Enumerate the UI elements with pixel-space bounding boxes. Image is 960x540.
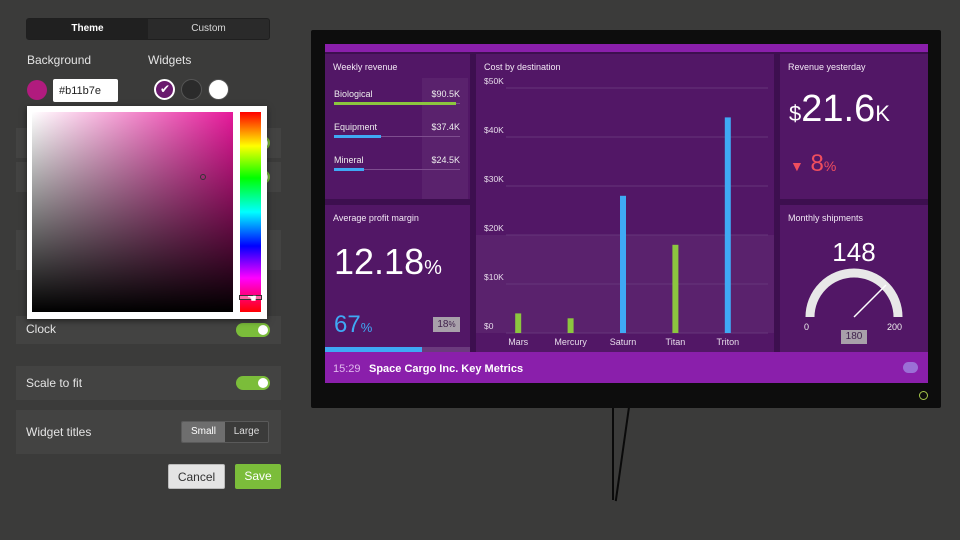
x-tick-label: Mars — [508, 337, 528, 347]
gauge-max: 200 — [887, 322, 903, 332]
revenue-yesterday-title: Revenue yesterday — [788, 62, 866, 72]
dashboard-top-bar — [325, 44, 928, 52]
y-tick-label: $40K — [484, 125, 504, 135]
footer-time: 15:29 — [333, 363, 361, 375]
y-tick-label: $10K — [484, 272, 504, 282]
widget-swatch-white[interactable] — [208, 79, 229, 100]
tab-theme[interactable]: Theme — [27, 19, 148, 39]
revenue-bar-equipment — [334, 135, 381, 138]
color-picker: ☚ — [27, 106, 267, 319]
widget-titles-size-group: Small Large — [181, 421, 269, 443]
clock-row: Clock — [16, 316, 281, 344]
gauge-min: 0 — [804, 322, 810, 332]
widget-swatch-dark[interactable] — [181, 79, 202, 100]
dashboard-footer: 15:29 Space Cargo Inc. Key Metrics — [325, 352, 928, 383]
cost-chart: $0 $10K $20K $30K $40K $50K Mars Mercury Saturn T… — [476, 76, 774, 347]
revenue-row-value: $37.4K — [431, 122, 460, 132]
revenue-row-value: $90.5K — [431, 89, 460, 99]
bar-mercury — [567, 318, 574, 333]
saturation-value-field[interactable] — [32, 112, 233, 312]
tv-power-led-icon — [919, 391, 928, 400]
footer-title: Space Cargo Inc. Key Metrics — [369, 363, 524, 375]
checkmark-icon: ✔ — [160, 82, 171, 96]
profit-margin-badge: 18% — [433, 317, 460, 332]
size-large-button[interactable]: Large — [225, 422, 268, 442]
revenue-row-value: $24.5K — [431, 155, 460, 165]
profit-secondary-unit: % — [360, 320, 373, 335]
revenue-row-name: Mineral — [334, 155, 364, 165]
profit-margin-widget: Average profit margin 12.18% 67% 18% — [325, 205, 470, 352]
hue-slider[interactable]: ☚ — [239, 112, 262, 312]
revenue-suffix: K — [875, 101, 890, 126]
background-label: Background — [27, 53, 92, 67]
gauge-arc — [805, 268, 903, 318]
widget-titles-row: Widget titles Small Large — [16, 410, 281, 454]
revenue-bar-biological — [334, 102, 457, 105]
weekly-revenue-widget: Weekly revenue Biological $90.5K Equipme… — [325, 54, 470, 199]
revenue-row-name: Equipment — [334, 122, 378, 132]
y-tick-label: $0 — [484, 321, 494, 331]
size-small-button[interactable]: Small — [182, 422, 225, 442]
scale-toggle[interactable] — [236, 376, 270, 390]
bar-triton — [724, 117, 731, 334]
revenue-yesterday-widget: Revenue yesterday $21.6K ▼ 8% — [780, 54, 928, 199]
tv-cable-2 — [614, 406, 630, 502]
weekly-revenue-title: Weekly revenue — [333, 62, 398, 72]
widget-swatch-purple[interactable]: ✔ — [154, 79, 175, 100]
profit-secondary-number: 67 — [334, 311, 361, 338]
tv-cable — [612, 407, 614, 500]
revenue-bar-mineral — [334, 168, 365, 171]
widget-titles-label: Widget titles — [26, 425, 92, 439]
bar-titan — [672, 244, 679, 333]
x-tick-label: Triton — [716, 337, 739, 347]
revenue-number: 21.6 — [801, 88, 876, 130]
x-tick-label: Titan — [666, 337, 686, 347]
profit-margin-unit: % — [424, 257, 442, 279]
color-cursor[interactable] — [200, 174, 206, 180]
clock-toggle[interactable] — [236, 323, 270, 337]
cost-by-destination-widget: Cost by destination $0 $10K $20K $30K $40K $5… — [476, 54, 774, 352]
profit-margin-title: Average profit margin — [333, 213, 419, 223]
bar-mars — [515, 313, 522, 333]
theme-tab-group: Theme Custom — [26, 18, 270, 40]
widgets-label: Widgets — [148, 53, 192, 67]
clock-label: Clock — [26, 322, 57, 336]
cancel-button[interactable]: Cancel — [168, 464, 225, 489]
x-tick-label: Saturn — [610, 337, 637, 347]
background-color-swatch[interactable] — [27, 80, 47, 100]
scale-label: Scale to fit — [26, 376, 83, 390]
y-tick-label: $50K — [484, 76, 504, 86]
gauge-needle — [853, 284, 887, 318]
dashboard-screen: Weekly revenue Biological $90.5K Equipme… — [325, 44, 928, 383]
gauge-target-badge: 180 — [841, 330, 867, 344]
change-number: 8 — [810, 150, 824, 177]
monthly-shipments-widget: Monthly shipments 148 0 200 180 — [780, 205, 928, 352]
y-tick-label: $20K — [484, 223, 504, 233]
hand-cursor-icon: ☚ — [247, 293, 257, 305]
hex-color-input[interactable] — [53, 79, 118, 102]
y-tick-label: $30K — [484, 174, 504, 184]
badge-number: 18 — [437, 319, 449, 330]
profit-margin-number: 12.18 — [334, 241, 425, 282]
arrow-down-icon: ▼ — [790, 158, 804, 174]
profit-margin-value: 12.18% — [334, 241, 442, 283]
revenue-row-name: Biological — [334, 89, 373, 99]
scale-row: Scale to fit — [16, 366, 281, 400]
save-button[interactable]: Save — [235, 464, 281, 489]
revenue-yesterday-value: $21.6K — [789, 88, 890, 131]
brand-logo-icon — [903, 362, 918, 373]
currency-symbol: $ — [789, 101, 802, 126]
profit-margin-secondary: 67% — [334, 311, 372, 339]
x-tick-label: Mercury — [554, 337, 587, 347]
revenue-change: ▼ 8% — [790, 150, 836, 178]
badge-unit: % — [448, 320, 456, 329]
bar-saturn — [620, 195, 626, 333]
change-unit: % — [823, 158, 837, 174]
tab-custom[interactable]: Custom — [148, 19, 269, 39]
